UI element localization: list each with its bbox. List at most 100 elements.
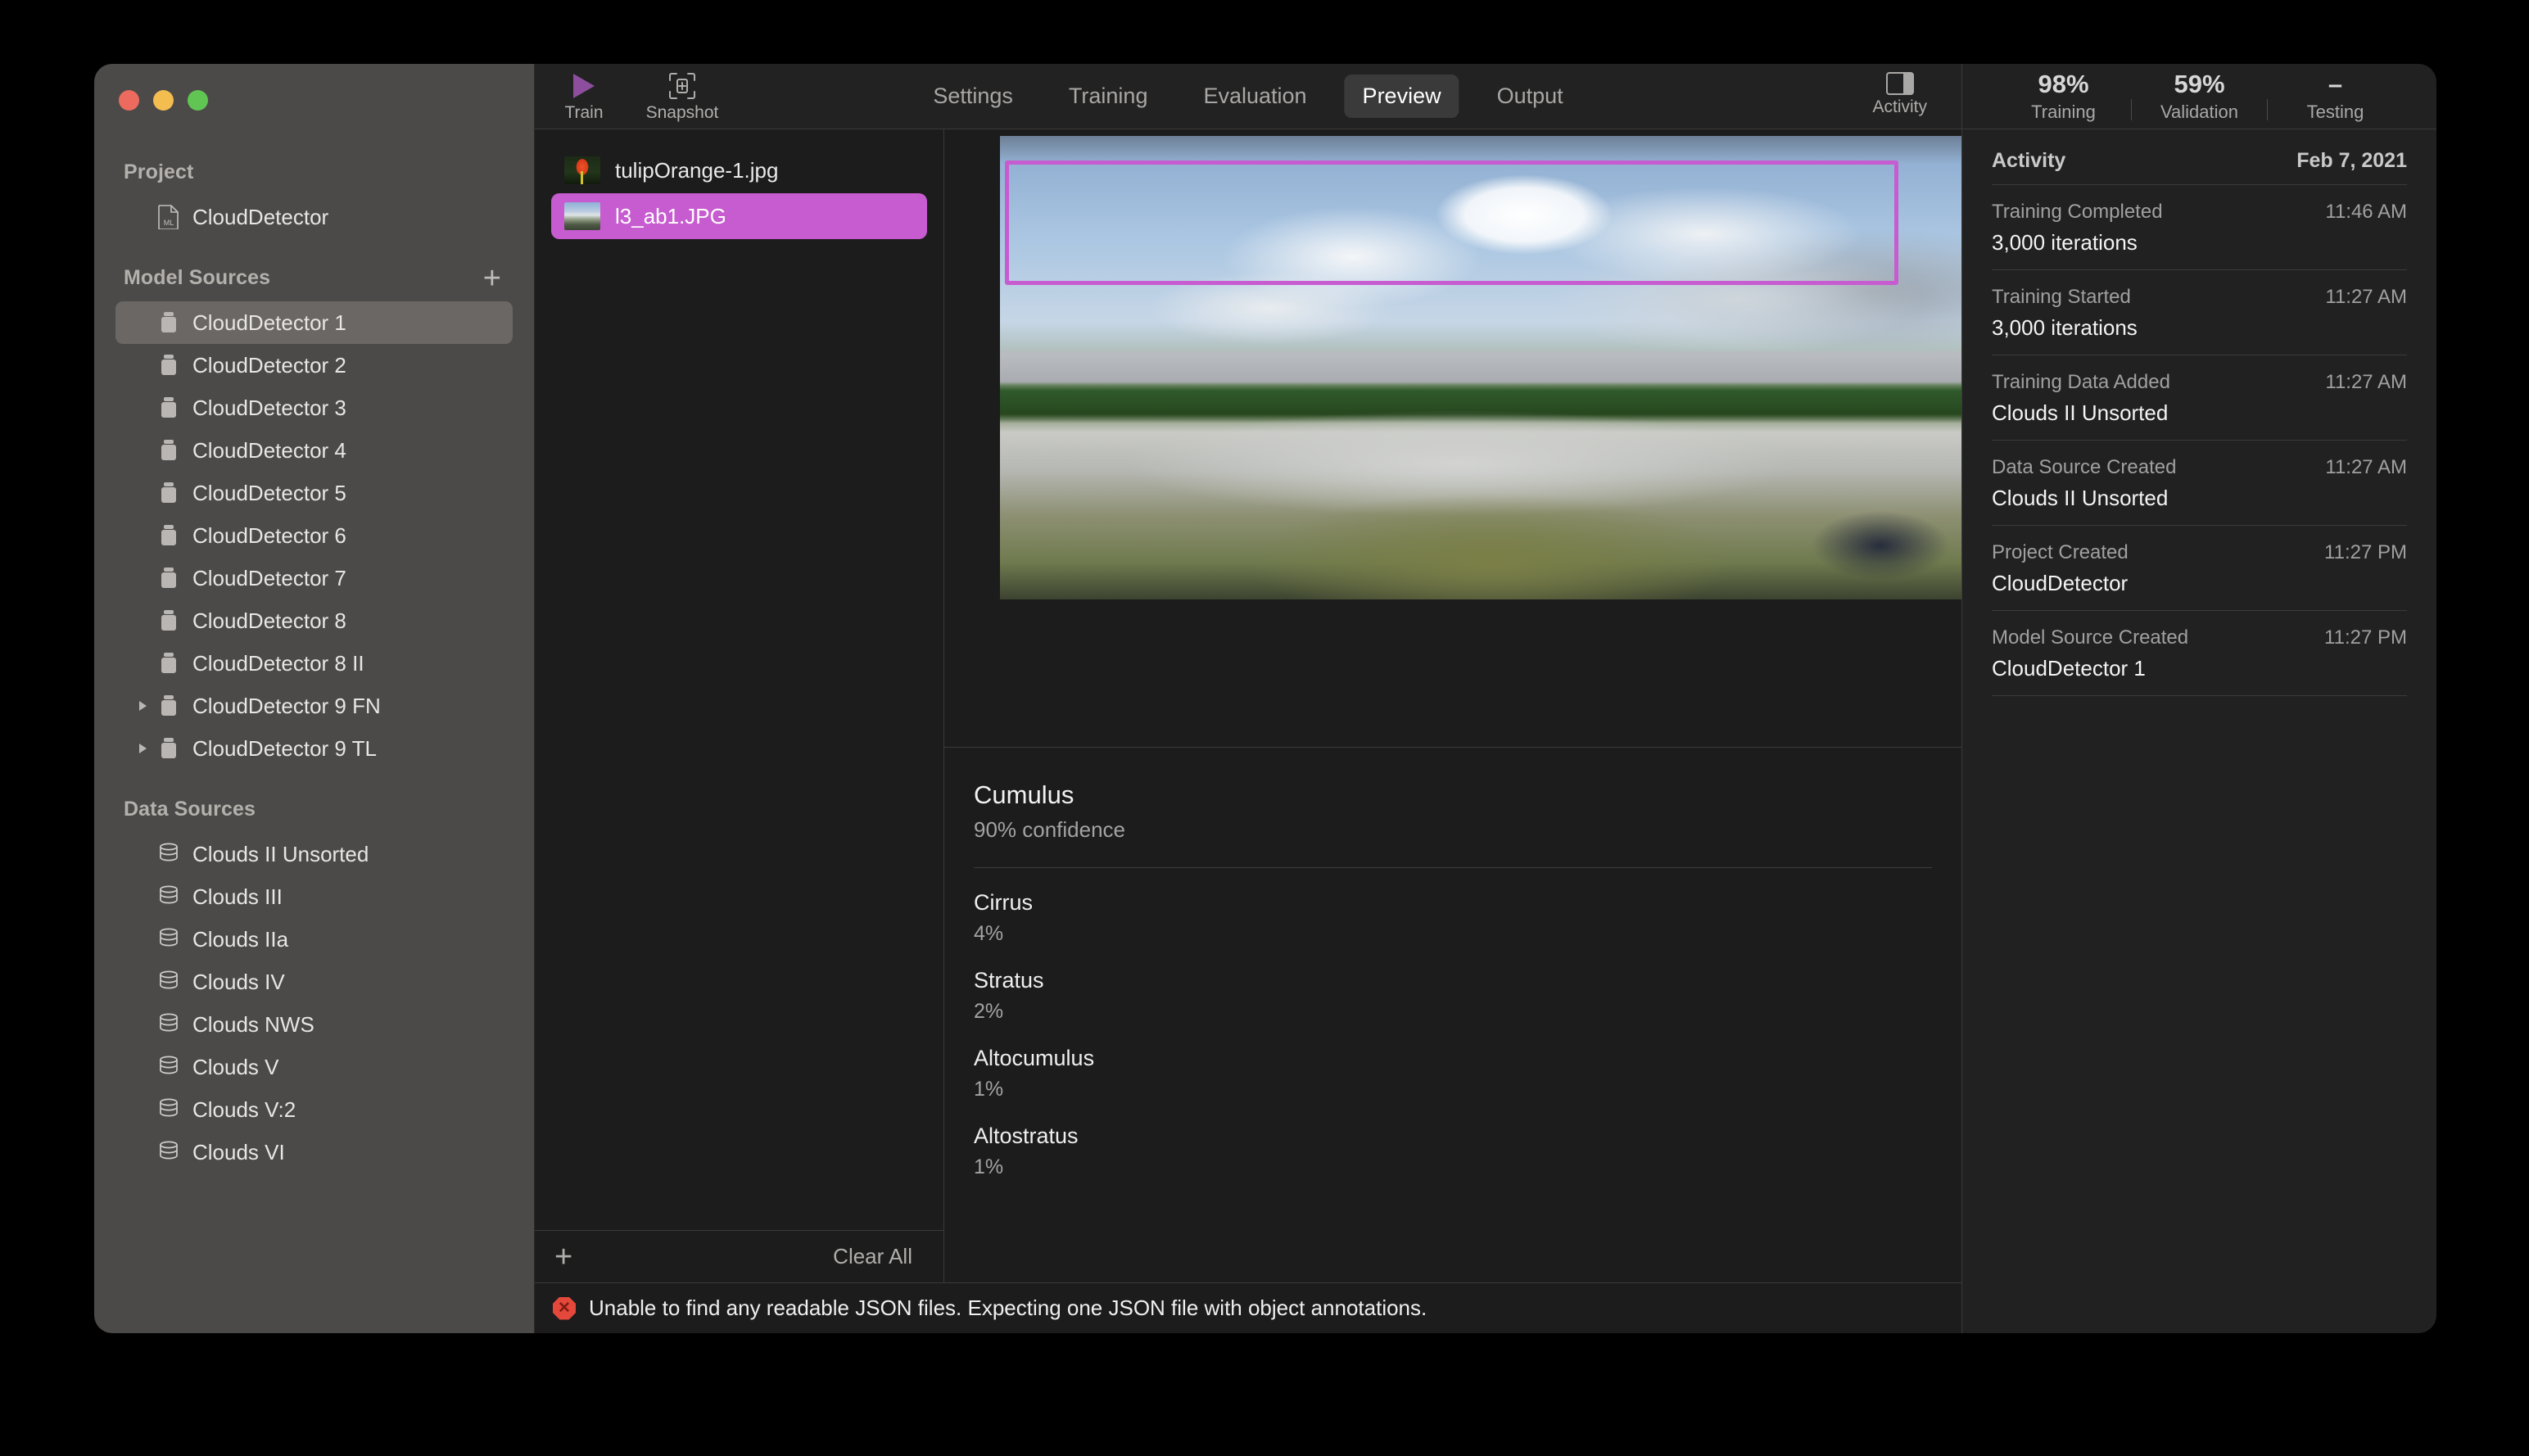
- sidebar-item-label: CloudDetector 6: [192, 522, 346, 548]
- sidebar-item-label: CloudDetector 5: [192, 480, 346, 505]
- file-list-item[interactable]: tulipOrange-1.jpg: [551, 147, 927, 193]
- main-column: Train Snapshot Settings Training Evaluatio…: [535, 64, 1961, 1333]
- activity-item-label: Project Created: [1992, 541, 2129, 563]
- activity-item-value: Clouds II Unsorted: [1992, 486, 2169, 510]
- chevron-right-icon[interactable]: [133, 701, 152, 711]
- metric-validation: 59% Validation: [2132, 70, 2267, 123]
- sidebar-item-model-source[interactable]: CloudDetector 2: [115, 344, 513, 387]
- sidebar-item-model-source[interactable]: CloudDetector 6: [115, 514, 513, 557]
- model-sources-section-header: Model Sources +: [115, 238, 513, 301]
- file-list-footer: + Clear All: [535, 1230, 943, 1282]
- sidebar-item-model-source[interactable]: CloudDetector 3: [115, 387, 513, 429]
- preview-image-area[interactable]: [944, 129, 1961, 748]
- metric-label: Training: [2031, 102, 2096, 122]
- activity-item-time: 11:27 AM: [2325, 456, 2407, 478]
- prediction-class: Altostratus: [974, 1124, 1079, 1148]
- prediction-row: Cirrus 4%: [944, 868, 1961, 946]
- train-button[interactable]: Train: [535, 70, 633, 123]
- model-source-icon: [153, 694, 184, 718]
- sidebar-item-model-source[interactable]: CloudDetector 4: [115, 429, 513, 472]
- file-thumbnail: [564, 202, 600, 230]
- prediction-class: Cirrus: [974, 890, 1033, 915]
- activity-item: Model Source Created 11:27 PM CloudDetecto…: [1992, 610, 2407, 695]
- tab-preview[interactable]: Preview: [1344, 75, 1459, 118]
- object-bounding-box[interactable]: [1005, 161, 1898, 285]
- prediction-class: Stratus: [974, 968, 1044, 993]
- sidebar-item-model-source[interactable]: CloudDetector 7: [115, 557, 513, 599]
- sidebar-item-model-source[interactable]: CloudDetector 9 FN: [115, 685, 513, 727]
- prediction-row: Altocumulus 1%: [944, 1024, 1961, 1101]
- sidebar-item-data-source[interactable]: Clouds VI: [115, 1131, 513, 1173]
- sidebar-item-label: Clouds VI: [192, 1139, 285, 1164]
- sidebar-item-data-source[interactable]: Clouds II Unsorted: [115, 833, 513, 875]
- sidebar-item-model-source[interactable]: CloudDetector 5: [115, 472, 513, 514]
- data-sources-label: Data Sources: [124, 798, 256, 821]
- database-icon: [153, 1055, 184, 1079]
- content-body: tulipOrange-1.jpg l3_ab1.JPG + Clear All …: [535, 129, 1961, 1282]
- data-sources-section-header: Data Sources: [115, 770, 513, 833]
- chevron-right-icon[interactable]: [133, 744, 152, 753]
- model-source-icon: [153, 608, 184, 633]
- activity-item-value: 3,000 iterations: [1992, 230, 2138, 255]
- file-list-item[interactable]: l3_ab1.JPG: [551, 193, 927, 239]
- snapshot-button-label: Snapshot: [645, 102, 719, 122]
- activity-toggle-label: Activity: [1872, 97, 1927, 116]
- sidebar-item-model-source[interactable]: CloudDetector 8 II: [115, 642, 513, 685]
- sidebar-content: Project ML CloudDetector Model Sources +: [94, 139, 534, 1333]
- prediction-row: Stratus 2%: [944, 946, 1961, 1024]
- clear-all-button[interactable]: Clear All: [833, 1244, 912, 1269]
- window-traffic-lights: [119, 90, 208, 111]
- activity-item-value: 3,000 iterations: [1992, 315, 2138, 340]
- sidebar-item-model-source[interactable]: CloudDetector 1: [115, 301, 513, 344]
- activity-bottom-rule: [1992, 695, 2407, 696]
- sidebar-item-label: CloudDetector 8 II: [192, 650, 364, 676]
- sidebar-item-project-clouddetector[interactable]: ML CloudDetector: [115, 196, 513, 238]
- activity-item: Training Completed 11:46 AM 3,000 iteratio…: [1992, 184, 2407, 269]
- error-message: Unable to find any readable JSON files. …: [589, 1295, 1427, 1320]
- model-source-icon: [153, 481, 184, 505]
- tab-training[interactable]: Training: [1051, 75, 1166, 118]
- preview-column: Cumulus 90% confidence Cirrus 4% Stratus 2%…: [944, 129, 1961, 1282]
- project-section-label: Project: [124, 161, 194, 183]
- sidebar-item-label: CloudDetector 7: [192, 565, 346, 590]
- project-section-header: Project: [115, 139, 513, 196]
- sidebar-item-data-source[interactable]: Clouds V: [115, 1046, 513, 1088]
- metric-label: Testing: [2306, 102, 2364, 122]
- sidebar-item-label: CloudDetector 1: [192, 310, 346, 335]
- maximize-window-button[interactable]: [188, 90, 208, 111]
- activity-items: Training Completed 11:46 AM 3,000 iteratio…: [1992, 184, 2407, 695]
- sidebar-item-data-source[interactable]: Clouds III: [115, 875, 513, 918]
- file-list-column: tulipOrange-1.jpg l3_ab1.JPG + Clear All: [535, 129, 944, 1282]
- sidebar-item-data-source[interactable]: Clouds IV: [115, 961, 513, 1003]
- snapshot-button[interactable]: Snapshot: [633, 70, 731, 123]
- sidebar-item-data-source[interactable]: Clouds NWS: [115, 1003, 513, 1046]
- tab-evaluation[interactable]: Evaluation: [1185, 75, 1324, 118]
- sidebar-item-label: CloudDetector 9 FN: [192, 693, 381, 718]
- activity-panel-toggle[interactable]: Activity: [1872, 72, 1927, 117]
- tab-output[interactable]: Output: [1479, 75, 1581, 118]
- file-thumbnail: [564, 156, 600, 184]
- tab-settings[interactable]: Settings: [915, 75, 1031, 118]
- sidebar-item-data-source[interactable]: Clouds IIa: [115, 918, 513, 961]
- sidebar-item-model-source[interactable]: CloudDetector 8: [115, 599, 513, 642]
- activity-item-time: 11:27 AM: [2325, 286, 2407, 308]
- app-window: Project ML CloudDetector Model Sources +: [94, 64, 2436, 1333]
- sidebar-item-label: CloudDetector 4: [192, 437, 346, 463]
- minimize-window-button[interactable]: [153, 90, 174, 111]
- activity-item-label: Training Started: [1992, 286, 2131, 308]
- database-icon: [153, 1012, 184, 1037]
- activity-item: Training Data Added 11:27 AM Clouds II Uns…: [1992, 355, 2407, 440]
- activity-item-value: Clouds II Unsorted: [1992, 400, 2169, 425]
- top-prediction-confidence: 90% confidence: [974, 817, 1126, 842]
- database-icon: [153, 1140, 184, 1164]
- metric-training: 98% Training: [1996, 70, 2131, 123]
- activity-item: Training Started 11:27 AM 3,000 iterations: [1992, 269, 2407, 355]
- sidebar-item-model-source[interactable]: CloudDetector 9 TL: [115, 727, 513, 770]
- sidebar-item-data-source[interactable]: Clouds V:2: [115, 1088, 513, 1131]
- model-source-icon: [153, 651, 184, 676]
- add-model-source-button[interactable]: +: [483, 263, 504, 294]
- model-source-icon: [153, 736, 184, 761]
- add-file-button[interactable]: +: [554, 1241, 572, 1273]
- close-window-button[interactable]: [119, 90, 139, 111]
- activity-item-time: 11:27 PM: [2324, 626, 2407, 649]
